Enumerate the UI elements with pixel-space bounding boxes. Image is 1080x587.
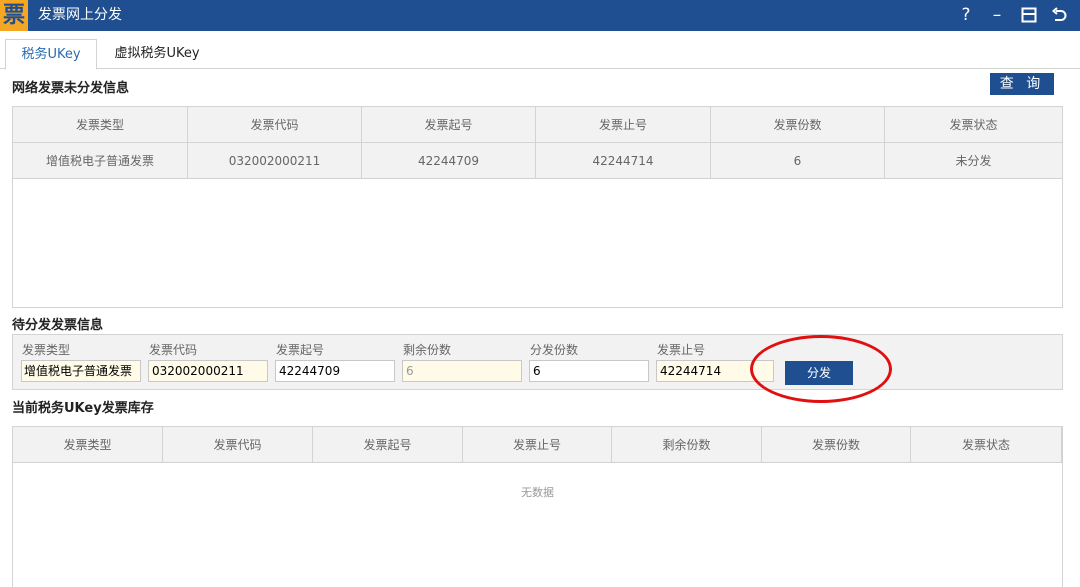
- column-header[interactable]: 发票状态: [911, 427, 1062, 463]
- cell-count: 6: [711, 143, 885, 179]
- column-header[interactable]: 发票类型: [13, 107, 188, 143]
- app-logo: 票: [0, 0, 28, 31]
- column-header[interactable]: 发票份数: [762, 427, 911, 463]
- cell-start-number: 42244709: [362, 143, 536, 179]
- column-header[interactable]: 发票份数: [711, 107, 885, 143]
- title-bar: 票 发票网上分发 ? –: [0, 0, 1080, 31]
- label-invoice-type: 发票类型: [22, 343, 71, 357]
- query-button[interactable]: 查 询: [990, 73, 1054, 95]
- online-section-title: 网络发票未分发信息: [12, 81, 130, 96]
- label-invoice-code: 发票代码: [149, 343, 198, 357]
- back-button[interactable]: [1046, 0, 1072, 31]
- help-button[interactable]: ?: [953, 0, 979, 31]
- inventory-section-title: 当前税务UKey发票库存: [12, 401, 154, 416]
- online-invoice-table: 发票类型 发票代码 发票起号 发票止号 发票份数 发票状态 增值税电子普通发票 …: [12, 106, 1063, 308]
- label-distribute-count: 分发份数: [530, 343, 579, 357]
- distribute-count-input[interactable]: 6: [529, 360, 649, 382]
- column-header[interactable]: 发票代码: [188, 107, 362, 143]
- tab-bar: 税务UKey 虚拟税务UKey: [0, 39, 1080, 70]
- label-end-number: 发票止号: [657, 343, 706, 357]
- remaining-count-field: 6: [402, 360, 522, 382]
- maximize-button[interactable]: [1016, 0, 1042, 31]
- column-header[interactable]: 发票类型: [13, 427, 163, 463]
- pending-section-title: 待分发发票信息: [12, 318, 104, 333]
- window-title: 发票网上分发: [38, 7, 122, 23]
- maximize-icon: [1021, 7, 1037, 23]
- cell-invoice-code: 032002000211: [188, 143, 362, 179]
- invoice-code-field[interactable]: 032002000211: [148, 360, 268, 382]
- empty-state-text: 无数据: [521, 486, 554, 499]
- tab-ukey[interactable]: 税务UKey: [5, 39, 97, 70]
- minimize-button[interactable]: –: [984, 0, 1010, 31]
- label-remaining-count: 剩余份数: [403, 343, 452, 357]
- highlight-circle: [750, 335, 892, 403]
- cell-status: 未分发: [955, 154, 992, 168]
- back-arrow-icon: [1051, 7, 1067, 21]
- invoice-type-field[interactable]: 增值税电子普通发票: [21, 360, 141, 382]
- pending-distribution-panel: 发票类型 增值税电子普通发票 发票代码 032002000211 发票起号 42…: [12, 334, 1063, 390]
- cell-end-number: 42244714: [536, 143, 711, 179]
- table-header: 发票类型 发票代码 发票起号 发票止号 剩余份数 发票份数 发票状态: [13, 427, 1062, 463]
- inventory-table: 发票类型 发票代码 发票起号 发票止号 剩余份数 发票份数 发票状态 无数据: [12, 426, 1063, 587]
- tab-virtual-ukey[interactable]: 虚拟税务UKey: [102, 39, 212, 69]
- column-header[interactable]: 发票起号: [362, 107, 536, 143]
- column-header[interactable]: 发票起号: [313, 427, 463, 463]
- table-row[interactable]: 增值税电子普通发票 032002000211 42244709 42244714…: [13, 143, 1062, 179]
- label-start-number: 发票起号: [276, 343, 325, 357]
- column-header[interactable]: 发票状态: [885, 107, 1062, 143]
- start-number-field[interactable]: 42244709: [275, 360, 395, 382]
- cell-invoice-type: 增值税电子普通发票: [13, 143, 188, 179]
- column-header[interactable]: 剩余份数: [612, 427, 762, 463]
- column-header[interactable]: 发票代码: [163, 427, 313, 463]
- column-header[interactable]: 发票止号: [536, 107, 711, 143]
- table-header: 发票类型 发票代码 发票起号 发票止号 发票份数 发票状态: [13, 107, 1062, 143]
- column-header[interactable]: 发票止号: [463, 427, 612, 463]
